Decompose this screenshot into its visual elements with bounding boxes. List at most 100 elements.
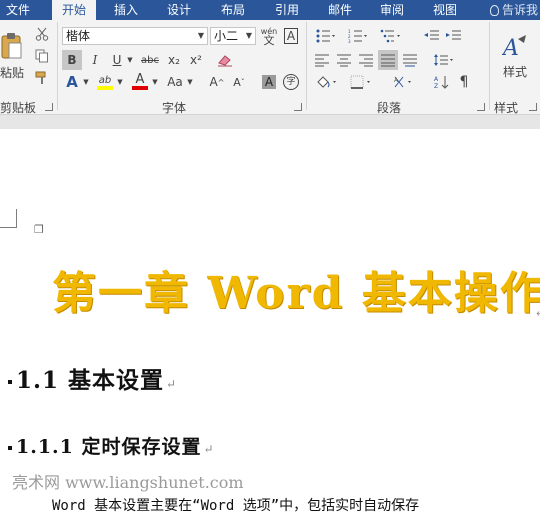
body-paragraph[interactable]: Word 基本设置主要在“Word 选项”中，包括实时自动保存 [52,495,419,515]
tab-references[interactable]: 引用 [267,0,307,20]
grow-font-button[interactable]: A ^ [207,72,227,92]
cut-button[interactable] [32,24,52,44]
group-separator [489,22,490,110]
justify-button[interactable] [378,50,398,70]
underline-button[interactable]: U [107,50,127,70]
sort-icon: AZ [434,76,449,89]
font-color-button[interactable]: A [130,72,150,92]
superscript-button[interactable]: x² [186,50,206,70]
text-effects-button[interactable]: A [62,72,82,92]
multilevel-list-button[interactable] [376,26,406,46]
highlight-color-bar [97,85,113,90]
copy-icon [35,49,48,63]
tell-me-search[interactable]: 告诉我 [489,0,538,20]
svg-text:3: 3 [348,39,351,43]
tab-review[interactable]: 审阅 [372,0,412,20]
heading-3[interactable]: 1.1.1 定时保存设置 ↵ [8,432,215,459]
enclose-characters-button[interactable]: 字 [281,72,301,92]
tab-file[interactable]: 文件 [0,0,36,20]
outdent-icon [424,30,439,40]
indent-icon [446,30,461,40]
chinese-layout-button[interactable]: A [390,72,418,92]
line-spacing-icon [434,54,453,66]
copy-button[interactable] [32,46,52,66]
pilcrow-icon: ¶ [459,74,469,90]
lightbulb-icon [489,5,499,16]
tab-mailings[interactable]: 邮件 [320,0,360,20]
ribbon-tab-bar: 文件 开始 插入 设计 布局 引用 邮件 审阅 视图 告诉我 [0,0,540,20]
font-name-select[interactable]: 楷体 ▼ [62,27,208,45]
format-painter-button[interactable] [32,68,52,88]
tab-home[interactable]: 开始 [52,0,96,20]
chevron-down-icon[interactable]: ▼ [82,72,90,92]
character-border-button[interactable]: A [281,26,301,46]
chevron-down-icon[interactable]: ▼ [186,72,194,92]
tab-design[interactable]: 设计 [159,0,199,20]
margin-corner-mark [0,209,17,228]
numbering-button[interactable]: 123 [344,26,372,46]
decrease-indent-button[interactable] [422,26,442,46]
distributed-align-icon [403,54,417,67]
paragraph-group-label: 段落 [377,101,402,115]
show-marks-button[interactable]: ¶ [454,72,474,92]
svg-text:A: A [434,76,439,83]
group-separator [306,22,307,110]
change-case-button[interactable]: Aa [164,72,186,92]
align-right-button[interactable] [356,50,376,70]
caret-up-icon: ^ [217,77,225,87]
clear-formatting-button[interactable] [215,50,235,70]
tab-layout[interactable]: 布局 [213,0,253,20]
chevron-down-icon: ▼ [197,31,204,40]
distributed-button[interactable] [400,50,420,70]
chinese-layout-icon: A [394,76,411,88]
heading-2[interactable]: 1.1 基本设置 ↵ [8,361,177,395]
ruler-gap [0,115,540,129]
clipboard-group-label: 剪贴板 [0,101,37,115]
tab-view[interactable]: 视图 [425,0,465,20]
strikethrough-button[interactable]: abc [138,50,162,70]
italic-button[interactable]: I [85,50,105,70]
document-page[interactable]: ❐ 第一章 Word 基本操作 ↵ 1.1 基本设置↵ 1.1.1 定时保存设置… [0,129,540,520]
heading-bullet [8,380,12,384]
character-shading-button[interactable]: A [259,72,279,92]
svg-text:A: A [502,36,519,61]
styles-dialog-launcher[interactable] [529,103,537,111]
styles-icon: A [502,34,526,61]
chevron-down-icon[interactable]: ▼ [151,72,159,92]
line-spacing-button[interactable] [430,50,458,70]
ribbon-home: 粘贴 剪贴板 楷体 ▼ 小二 ▼ wén 文 A B I U ▼ abc x₂ x² [0,20,540,115]
font-size-select[interactable]: 小二 ▼ [210,27,256,45]
bold-button[interactable]: B [62,50,82,70]
tab-insert[interactable]: 插入 [106,0,146,20]
styles-button[interactable]: A 样式 [495,26,535,86]
subscript-button[interactable]: x₂ [164,50,184,70]
shading-button[interactable] [312,72,342,92]
shrink-font-button[interactable]: Aˇ [229,72,249,92]
caret-down-icon: ˇ [240,77,245,87]
align-left-button[interactable] [312,50,332,70]
chevron-down-icon[interactable]: ▼ [126,50,134,70]
bullets-button[interactable] [312,26,340,46]
align-left-icon [315,54,329,67]
align-center-icon [337,54,351,67]
highlight-color-button[interactable]: ab [95,72,115,92]
clipboard-dialog-launcher[interactable] [45,103,53,111]
numbered-list-icon: 123 [348,29,367,43]
font-color-bar [132,86,148,90]
paragraph-dialog-launcher[interactable] [477,103,485,111]
return-mark-icon: ↵ [536,307,540,320]
increase-indent-button[interactable] [444,26,464,46]
heading-1[interactable]: 第一章 Word 基本操作 [52,257,540,321]
scissors-icon [35,27,49,41]
styles-group-label: 样式 [494,101,519,115]
paste-button[interactable]: 粘贴 [0,26,24,86]
font-dialog-launcher[interactable] [294,103,302,111]
borders-button[interactable] [346,72,376,92]
sort-button[interactable]: AZ [432,72,452,92]
chevron-down-icon[interactable]: ▼ [116,72,124,92]
font-group-label: 字体 [162,101,187,115]
phonetic-guide-button[interactable]: wén 文 [259,26,279,46]
svg-text:Z: Z [434,83,438,89]
borders-icon [350,75,370,89]
align-center-button[interactable] [334,50,354,70]
